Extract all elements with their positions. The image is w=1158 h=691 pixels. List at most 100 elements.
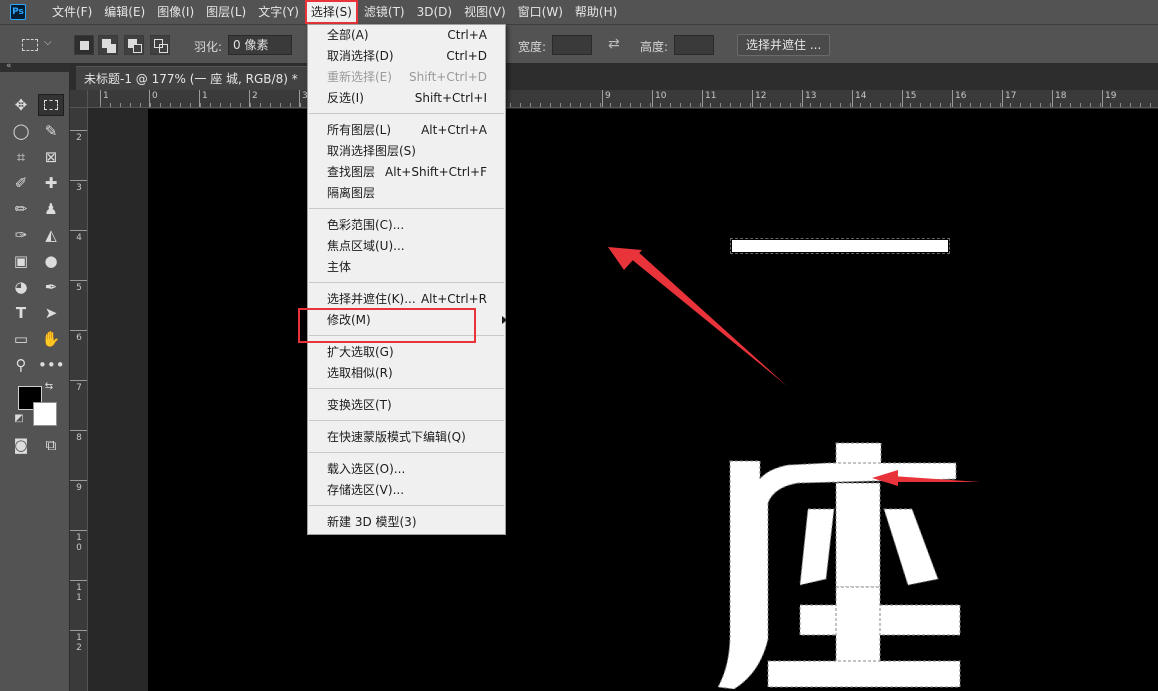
- menu-select-all[interactable]: 全部(A) Ctrl+A: [308, 25, 505, 46]
- ruler-minor-tick: [1070, 103, 1071, 107]
- ruler-minor-tick: [100, 103, 101, 107]
- quick-mask-icon[interactable]: ◙: [8, 434, 34, 456]
- add-selection-button[interactable]: [98, 35, 118, 55]
- crop-tool-icon[interactable]: ⌗: [8, 146, 34, 168]
- healing-brush-tool-icon[interactable]: ✚: [38, 172, 64, 194]
- ruler-minor-tick: [510, 103, 511, 107]
- zoom-tool-icon[interactable]: ⚲: [8, 354, 34, 376]
- ruler-minor-tick: [940, 103, 941, 107]
- feather-input[interactable]: 0 像素: [228, 35, 292, 55]
- eraser-tool-icon[interactable]: ◭: [38, 224, 64, 246]
- menu-help[interactable]: 帮助(H): [569, 0, 623, 24]
- menu-similar[interactable]: 选取相似(R): [308, 363, 505, 384]
- ruler-minor-tick: [960, 103, 961, 107]
- screen-mode-icon[interactable]: ⧉: [38, 434, 64, 456]
- ruler-minor-tick: [1020, 103, 1021, 107]
- ruler-minor-tick: [640, 103, 641, 107]
- chevron-down-icon[interactable]: ⌵: [44, 37, 52, 48]
- menu-isolate-layers[interactable]: 隔离图层: [308, 183, 505, 204]
- lasso-tool-icon[interactable]: ◯: [8, 120, 34, 142]
- menu-color-range[interactable]: 色彩范围(C)...: [308, 215, 505, 236]
- select-and-mask-button[interactable]: 选择并遮住 ...: [737, 34, 831, 56]
- horizontal-ruler[interactable]: 1 0 1 2 3 9 10 11 12 13 14 15 16 17 18 1…: [88, 90, 1158, 108]
- blur-tool-icon[interactable]: ●: [38, 250, 64, 272]
- menu-reselect[interactable]: 重新选择(E) Shift+Ctrl+D: [308, 67, 505, 88]
- width-input[interactable]: [552, 35, 592, 55]
- frame-tool-icon[interactable]: ⊠: [38, 146, 64, 168]
- pen-tool-icon[interactable]: ✒: [38, 276, 64, 298]
- path-select-tool-icon[interactable]: ➤: [38, 302, 64, 324]
- ruler-minor-tick: [210, 103, 211, 107]
- clone-stamp-tool-icon[interactable]: ♟: [38, 198, 64, 220]
- menu-focus-area[interactable]: 焦点区域(U)...: [308, 236, 505, 257]
- default-colors-icon[interactable]: ◩: [12, 412, 26, 426]
- menu-3d[interactable]: 3D(D): [411, 0, 458, 24]
- swap-icon[interactable]: ⇄: [608, 36, 620, 52]
- menu-type[interactable]: 文字(Y): [252, 0, 305, 24]
- menu-grow[interactable]: 扩大选取(G): [308, 342, 505, 363]
- ruler-minor-tick: [760, 103, 761, 107]
- swap-colors-icon[interactable]: ⇆: [42, 380, 56, 394]
- new-selection-button[interactable]: [74, 35, 94, 55]
- menu-save-selection[interactable]: 存储选区(V)...: [308, 480, 505, 501]
- document-canvas[interactable]: 一 座: [148, 109, 1158, 691]
- menu-select-and-mask[interactable]: 选择并遮住(K)... Alt+Ctrl+R: [308, 289, 505, 310]
- menu-load-selection[interactable]: 载入选区(O)...: [308, 459, 505, 480]
- menu-quick-mask[interactable]: 在快速蒙版模式下编辑(Q): [308, 427, 505, 448]
- ruler-minor-tick: [190, 103, 191, 107]
- ruler-minor-tick: [130, 103, 131, 107]
- collapse-icon[interactable]: «: [6, 61, 12, 71]
- menu-deselect[interactable]: 取消选择(D) Ctrl+D: [308, 46, 505, 67]
- menu-modify[interactable]: 修改(M): [308, 310, 507, 331]
- ruler-minor-tick: [980, 103, 981, 107]
- menu-subject[interactable]: 主体: [308, 257, 505, 278]
- ruler-tick-label: 1 0: [70, 530, 87, 553]
- menu-filter[interactable]: 滤镜(T): [358, 0, 411, 24]
- ruler-minor-tick: [680, 103, 681, 107]
- quick-select-tool-icon[interactable]: ✎: [38, 120, 64, 142]
- background-color-swatch[interactable]: [33, 402, 57, 426]
- ruler-minor-tick: [950, 103, 951, 107]
- menu-image[interactable]: 图像(I): [151, 0, 200, 24]
- hand-tool-icon[interactable]: ✋: [38, 328, 64, 350]
- menu-layer[interactable]: 图层(L): [200, 0, 252, 24]
- history-brush-tool-icon[interactable]: ✑: [8, 224, 34, 246]
- ruler-minor-tick: [240, 103, 241, 107]
- menu-new-3d-model[interactable]: 新建 3D 模型(3): [308, 512, 505, 533]
- options-bar: ⌵ 羽化: 0 像素 宽度: ⇄ 高度: 选择并遮住 ...: [0, 24, 1158, 64]
- document-tab[interactable]: 未标题-1 @ 177% (一 座 城, RGB/8) *×: [76, 66, 326, 90]
- vertical-ruler[interactable]: 2 3 4 5 6 7 8 9 1 0 1 1 1 2: [70, 108, 88, 691]
- menu-separator: [309, 282, 504, 283]
- menu-deselect-layers[interactable]: 取消选择图层(S): [308, 141, 505, 162]
- menu-inverse[interactable]: 反选(I) Shift+Ctrl+I: [308, 88, 505, 109]
- canvas-text-zuo: [717, 442, 961, 690]
- ruler-origin[interactable]: [70, 90, 88, 108]
- menu-transform-selection[interactable]: 变换选区(T): [308, 395, 505, 416]
- ruler-tick-label: 3: [70, 180, 87, 193]
- ruler-minor-tick: [230, 103, 231, 107]
- menu-file[interactable]: 文件(F): [46, 0, 98, 24]
- ruler-minor-tick: [260, 103, 261, 107]
- height-input[interactable]: [674, 35, 714, 55]
- ruler-minor-tick: [110, 103, 111, 107]
- menu-edit[interactable]: 编辑(E): [98, 0, 151, 24]
- rect-marquee-tool-icon[interactable]: [38, 94, 64, 116]
- brush-tool-icon[interactable]: ✏: [8, 198, 34, 220]
- menu-select[interactable]: 选择(S): [304, 0, 358, 24]
- more-tools-icon[interactable]: •••: [38, 354, 65, 376]
- intersect-selection-button[interactable]: [150, 35, 170, 55]
- subtract-selection-button[interactable]: [124, 35, 144, 55]
- menu-all-layers[interactable]: 所有图层(L) Alt+Ctrl+A: [308, 120, 505, 141]
- menu-find-layers[interactable]: 查找图层 Alt+Shift+Ctrl+F: [308, 162, 505, 183]
- ruler-minor-tick: [1080, 103, 1081, 107]
- gradient-tool-icon[interactable]: ▣: [8, 250, 34, 272]
- tools-panel: ✥ ◯ ✎ ⌗ ⊠ ✐ ✚ ✏ ♟ ✑ ◭ ▣ ● ◕ ✒ T ➤ ▭ ✋ ⚲ …: [0, 72, 70, 691]
- eyedropper-tool-icon[interactable]: ✐: [8, 172, 34, 194]
- rectangle-tool-icon[interactable]: ▭: [8, 328, 34, 350]
- menu-view[interactable]: 视图(V): [458, 0, 512, 24]
- type-tool-icon[interactable]: T: [8, 302, 34, 324]
- dodge-tool-icon[interactable]: ◕: [8, 276, 34, 298]
- move-tool-icon[interactable]: ✥: [8, 94, 34, 116]
- rect-marquee-preset-icon[interactable]: [22, 39, 38, 51]
- menu-window[interactable]: 窗口(W): [512, 0, 569, 24]
